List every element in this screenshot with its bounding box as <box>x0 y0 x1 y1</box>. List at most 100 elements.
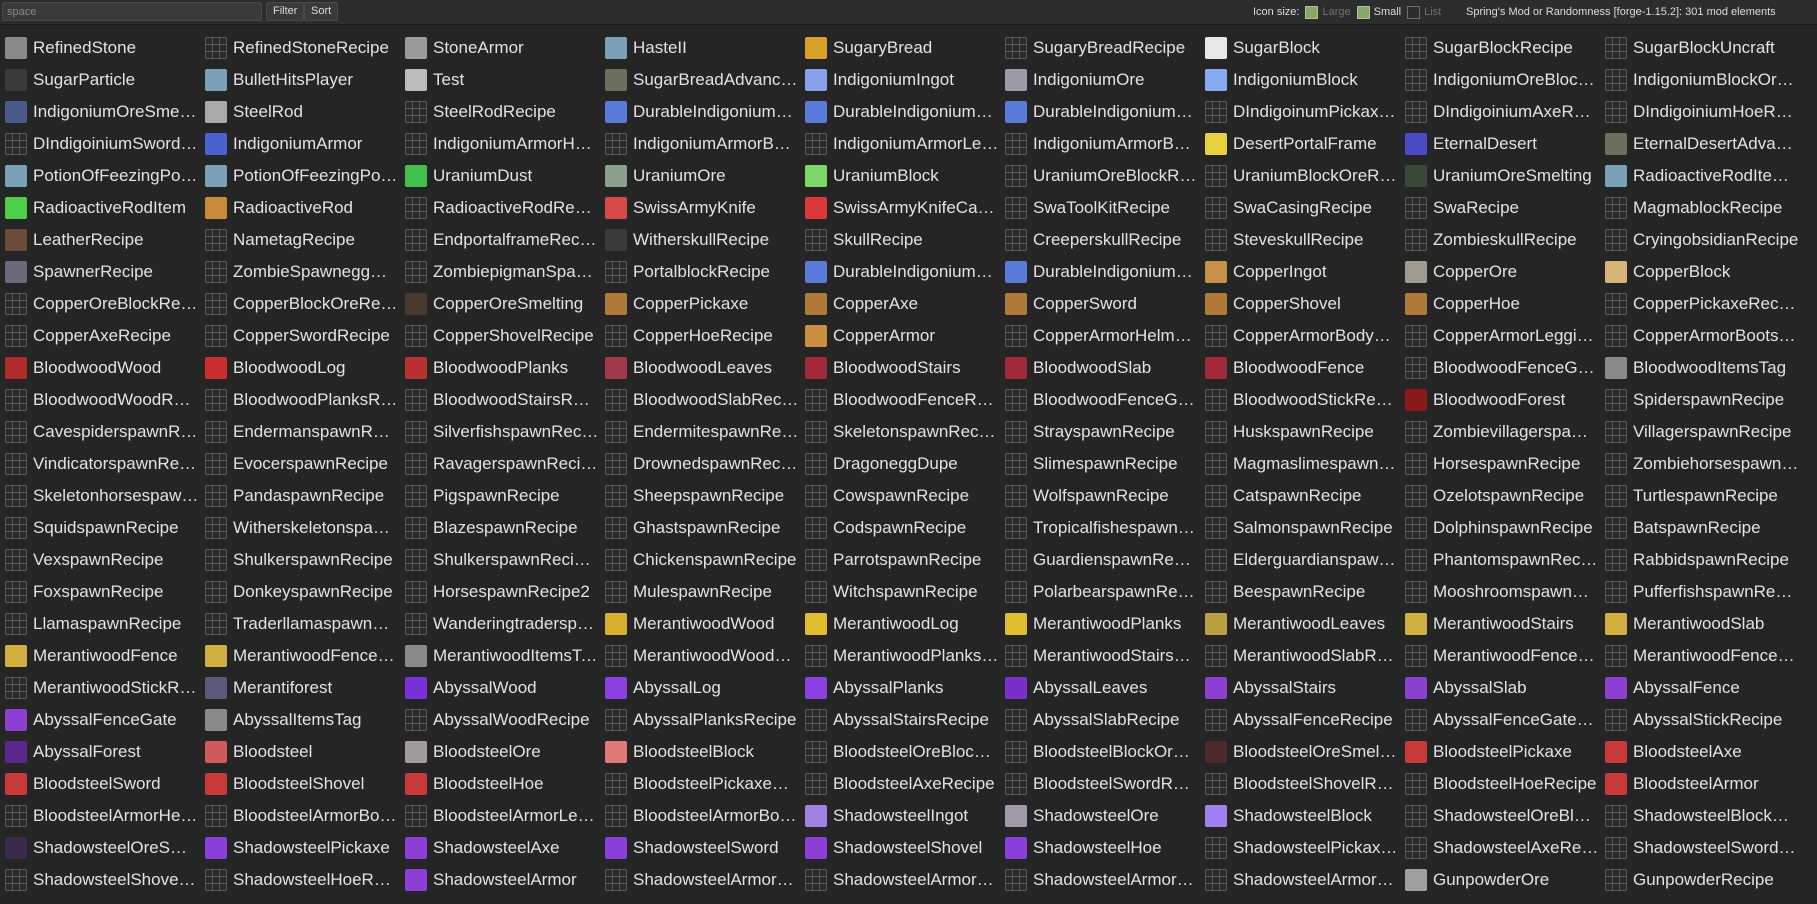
mod-element[interactable]: DragoneggDupe <box>800 448 1000 480</box>
mod-element[interactable]: IndigoniumOreSmelting <box>0 96 200 128</box>
mod-element[interactable]: AbyssalLeaves <box>1000 672 1200 704</box>
mod-element[interactable]: CopperShovel <box>1200 288 1400 320</box>
mod-element[interactable]: MerantiwoodFenceGateRecipe <box>1600 640 1800 672</box>
mod-element[interactable]: StoneArmor <box>400 32 600 64</box>
mod-element[interactable]: BloodsteelPickaxe <box>1400 736 1600 768</box>
mod-element[interactable]: ElderguardianspawnRecipe <box>1200 544 1400 576</box>
icon-size-list-option[interactable]: List <box>1407 5 1441 19</box>
mod-element[interactable]: AbyssalItemsTag <box>200 704 400 736</box>
mod-element[interactable]: ShadowsteelArmorBodyRecipe <box>800 864 1000 896</box>
mod-element[interactable]: UraniumBlockOreRecipe <box>1200 160 1400 192</box>
mod-element[interactable]: BloodwoodPlanks <box>400 352 600 384</box>
mod-element[interactable]: MerantiwoodWoodRecipe <box>600 640 800 672</box>
mod-element[interactable]: SwaToolKitRecipe <box>1000 192 1200 224</box>
mod-element[interactable]: WitherskeletonspawnRecipe <box>200 512 400 544</box>
mod-element[interactable]: BloodwoodItemsTag <box>1600 352 1800 384</box>
mod-element[interactable]: SteelRod <box>200 96 400 128</box>
mod-element[interactable]: SugaryBreadRecipe <box>1000 32 1200 64</box>
mod-element[interactable]: SwaCasingRecipe <box>1200 192 1400 224</box>
mod-element[interactable]: BloodsteelAxe <box>1600 736 1800 768</box>
mod-element[interactable]: GunpowderRecipe <box>1600 864 1800 896</box>
mod-element[interactable]: HorsespawnRecipe <box>1400 448 1600 480</box>
mod-element[interactable]: SwissArmyKnifeCasing <box>800 192 1000 224</box>
mod-element[interactable]: MerantiwoodSlab <box>1600 608 1800 640</box>
mod-element[interactable]: BloodwoodLog <box>200 352 400 384</box>
mod-element[interactable]: DIndigoinumPickaxeRecipe <box>1200 96 1400 128</box>
mod-element[interactable]: HasteII <box>600 32 800 64</box>
mod-element[interactable]: TraderllamaspawnRecipe <box>200 608 400 640</box>
mod-element[interactable]: SpiderspawnRecipe <box>1600 384 1800 416</box>
mod-element[interactable]: BloodwoodFenceRecipe <box>800 384 1000 416</box>
mod-element[interactable]: BloodsteelShovel <box>200 768 400 800</box>
mod-element[interactable]: AbyssalLog <box>600 672 800 704</box>
mod-element[interactable]: DurableIndigoniumAxe <box>800 96 1000 128</box>
mod-element[interactable]: BlazespawnRecipe <box>400 512 600 544</box>
mod-element[interactable]: BloodwoodFence <box>1200 352 1400 384</box>
mod-element[interactable]: BatspawnRecipe <box>1600 512 1800 544</box>
mod-element[interactable]: WitherskullRecipe <box>600 224 800 256</box>
mod-element[interactable]: PotionOfFeezingPotionEffect <box>200 160 400 192</box>
mod-element[interactable]: ZombiepigmanSpawneggRecipe <box>400 256 600 288</box>
mod-element[interactable]: MooshroomspawnRecipe <box>1400 576 1600 608</box>
mod-element[interactable]: SugarBreadAdvancement <box>600 64 800 96</box>
mod-element[interactable]: CopperOreSmelting <box>400 288 600 320</box>
mod-element[interactable]: ShulkerspawnRecipe2 <box>400 544 600 576</box>
mod-element[interactable]: CopperSwordRecipe <box>200 320 400 352</box>
mod-element[interactable]: CopperShovelRecipe <box>400 320 600 352</box>
mod-element[interactable]: BloodsteelOre <box>400 736 600 768</box>
mod-element[interactable]: PhantomspawnRecipe <box>1400 544 1600 576</box>
mod-element[interactable]: DurableIndigoniumPickaxe <box>600 96 800 128</box>
mod-element[interactable]: BloodsteelPickaxeRecipe <box>600 768 800 800</box>
mod-element[interactable]: BloodwoodSlabRecipe <box>600 384 800 416</box>
mod-element[interactable]: RadioactiveRodItemRecipe <box>1600 160 1800 192</box>
mod-element[interactable]: IndigoniumIngot <box>800 64 1000 96</box>
mod-element[interactable]: BloodsteelHoe <box>400 768 600 800</box>
mod-element[interactable]: CatspawnRecipe <box>1200 480 1400 512</box>
mod-element[interactable]: AbyssalWood <box>400 672 600 704</box>
mod-element[interactable]: AbyssalFenceGateRecipe <box>1400 704 1600 736</box>
mod-element[interactable]: CopperPickaxe <box>600 288 800 320</box>
mod-element[interactable]: AbyssalStickRecipe <box>1600 704 1800 736</box>
mod-element[interactable]: CopperIngot <box>1200 256 1400 288</box>
mod-element[interactable]: ShadowsteelOreSmelting <box>0 832 200 864</box>
mod-element[interactable]: CopperOreBlockRecipe <box>0 288 200 320</box>
mod-element[interactable]: MagmaslimespawnRecipe <box>1200 448 1400 480</box>
mod-element[interactable]: SheepspawnRecipe <box>600 480 800 512</box>
mod-element[interactable]: SteelRodRecipe <box>400 96 600 128</box>
mod-element[interactable]: UraniumDust <box>400 160 600 192</box>
mod-element[interactable]: MerantiwoodFenceGate <box>200 640 400 672</box>
mod-element[interactable]: IndigoniumArmorHelmetRecipe <box>400 128 600 160</box>
mod-element[interactable]: MerantiwoodLeaves <box>1200 608 1400 640</box>
mod-element[interactable]: BloodsteelOreBlockRecipe <box>800 736 1000 768</box>
mod-element[interactable]: IndigoniumBlockOreRecipe <box>1600 64 1800 96</box>
mod-element[interactable]: PandaspawnRecipe <box>200 480 400 512</box>
mod-element[interactable]: BloodsteelSword <box>0 768 200 800</box>
mod-element[interactable]: GuardienspawnRecipe <box>1000 544 1200 576</box>
mod-element[interactable]: ShadowsteelArmor <box>400 864 600 896</box>
mod-element[interactable]: AbyssalFenceRecipe <box>1200 704 1400 736</box>
mod-element[interactable]: AbyssalPlanksRecipe <box>600 704 800 736</box>
mod-element[interactable]: SpawnerRecipe <box>0 256 200 288</box>
mod-element[interactable]: ShadowsteelArmorBootsRecipe <box>1200 864 1400 896</box>
mod-element[interactable]: ZombiehorsespawnRecipe <box>1600 448 1800 480</box>
mod-element[interactable]: RefinedStoneRecipe <box>200 32 400 64</box>
mod-element[interactable]: BloodsteelBlock <box>600 736 800 768</box>
mod-element[interactable]: LlamaspawnRecipe <box>0 608 200 640</box>
mod-element[interactable]: SlimespawnRecipe <box>1000 448 1200 480</box>
mod-element[interactable]: SugarBlockUncraft <box>1600 32 1800 64</box>
mod-element[interactable]: MerantiwoodStickRecipe <box>0 672 200 704</box>
mod-element[interactable]: SquidspawnRecipe <box>0 512 200 544</box>
mod-element[interactable]: AbyssalForest <box>0 736 200 768</box>
mod-element[interactable]: CopperPickaxeRecipe <box>1600 288 1800 320</box>
mod-element[interactable]: DIndigoiniumSwordRecipe <box>0 128 200 160</box>
mod-element[interactable]: ShadowsteelAxeRecipe <box>1400 832 1600 864</box>
mod-element[interactable]: BloodwoodStairsRecipe <box>400 384 600 416</box>
mod-element[interactable]: BloodsteelSwordRecipe <box>1000 768 1200 800</box>
mod-element[interactable]: VillagerspawnRecipe <box>1600 416 1800 448</box>
mod-element[interactable]: ShulkerspawnRecipe <box>200 544 400 576</box>
mod-element[interactable]: ShadowsteelSwordRecipe <box>1600 832 1800 864</box>
mod-element[interactable]: NametagRecipe <box>200 224 400 256</box>
mod-element[interactable]: BloodsteelOreSmelting <box>1200 736 1400 768</box>
mod-element[interactable]: LeatherRecipe <box>0 224 200 256</box>
mod-element[interactable]: BloodwoodPlanksRecipe <box>200 384 400 416</box>
